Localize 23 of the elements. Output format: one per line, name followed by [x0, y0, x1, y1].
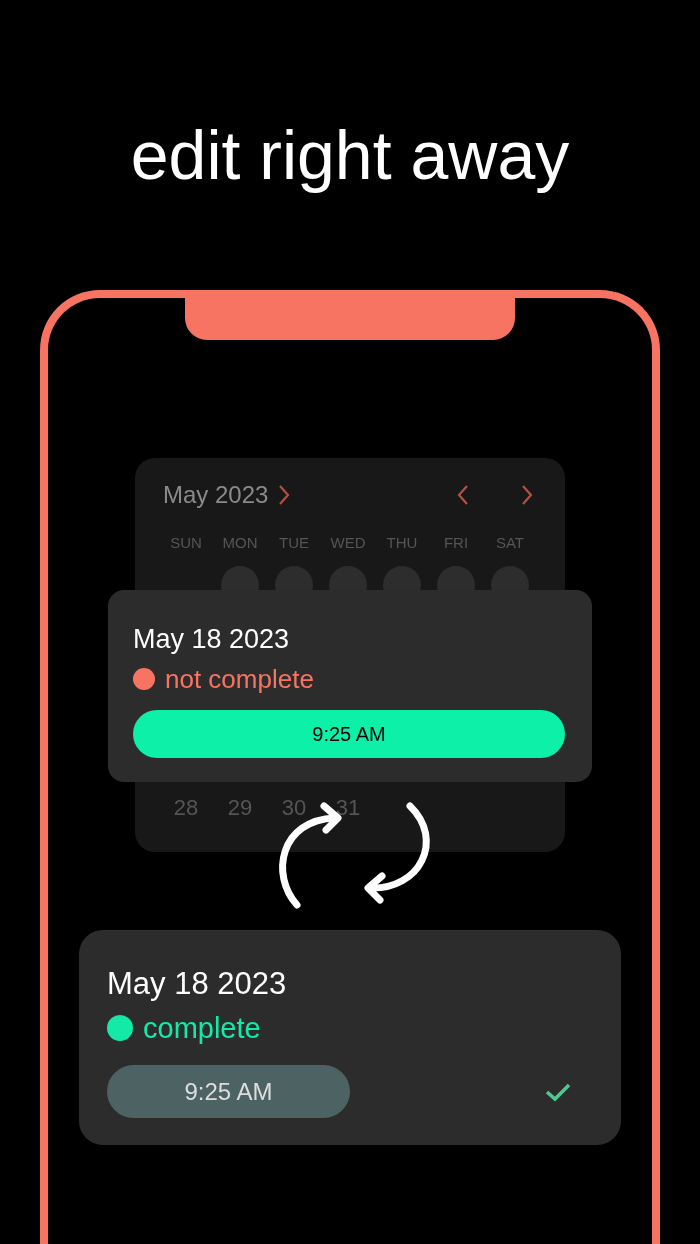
calendar-day[interactable]: 30 — [275, 789, 313, 827]
time-button[interactable]: 9:25 AM — [133, 710, 565, 758]
reminder-date: May 18 2023 — [133, 623, 291, 656]
headline: edit right away — [129, 116, 571, 195]
reminder-date: May 18 2023 — [107, 966, 288, 1002]
time-button[interactable]: 9:25 AM — [107, 1065, 350, 1118]
weekday-label: THU — [385, 533, 419, 553]
weekday-label: TUE — [278, 533, 310, 553]
status-label: not complete — [165, 663, 314, 696]
calendar-day[interactable]: 31 — [329, 789, 367, 827]
weekday-label: SUN — [169, 533, 203, 553]
weekday-label: SAT — [494, 533, 526, 553]
next-month-icon[interactable] — [521, 484, 533, 506]
calendar-day[interactable]: 28 — [167, 789, 205, 827]
status-label: complete — [143, 1011, 261, 1046]
month-title[interactable]: May 2023 — [163, 480, 269, 510]
weekday-label: MON — [221, 533, 259, 553]
previous-month-icon[interactable] — [457, 484, 469, 506]
weekday-label: FRI — [442, 533, 470, 553]
calendar-day[interactable]: 29 — [221, 789, 259, 827]
check-icon — [545, 1081, 571, 1102]
weekday-label: WED — [329, 533, 367, 553]
chevron-right-icon[interactable] — [278, 484, 291, 506]
